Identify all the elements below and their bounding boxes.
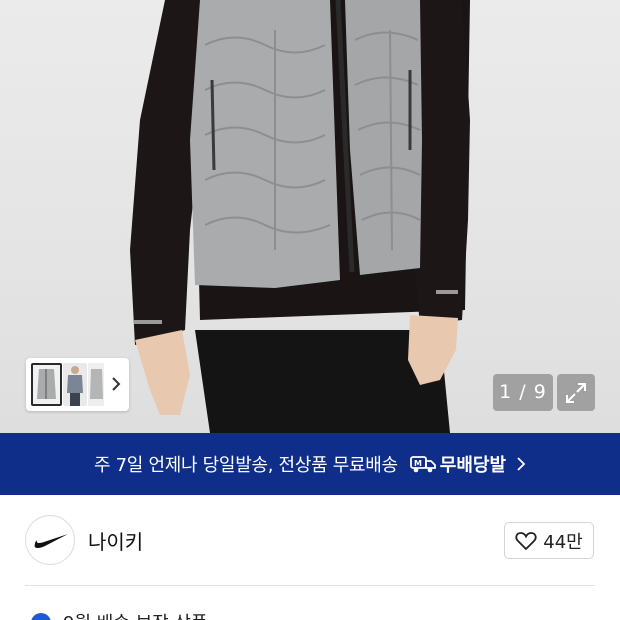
brand-name[interactable]: 나이키: [88, 526, 143, 555]
svg-text:M: M: [414, 459, 422, 468]
like-count: 44만: [543, 531, 583, 553]
free-delivery-banner[interactable]: 주 7일 언제나 당일발송, 전상품 무료배송 M 무배당발: [0, 433, 620, 495]
thumbnail-vest-front[interactable]: [31, 363, 62, 406]
banner-brand: M 무배당발: [409, 451, 526, 477]
chevron-right-icon: [517, 457, 526, 471]
product-image[interactable]: 1 / 9: [0, 0, 620, 433]
thumbnail-vest-back[interactable]: [88, 363, 104, 406]
divider: [25, 585, 595, 586]
heart-outline-icon: [515, 531, 537, 550]
nike-swoosh-icon: [34, 534, 68, 549]
like-button[interactable]: 44만: [504, 522, 594, 559]
delivery-info-text: 9월 배송 보장 상품: [63, 609, 208, 620]
image-counter: 1 / 9: [493, 374, 553, 411]
banner-text: 주 7일 언제나 당일발송, 전상품 무료배송: [93, 455, 398, 476]
thumbnail-model[interactable]: [63, 363, 87, 406]
expand-icon[interactable]: [557, 374, 595, 411]
brand-row: 나이키 44만: [0, 495, 620, 585]
delivery-info-row: 9월 배송 보장 상품: [25, 603, 595, 620]
banner-brand-label: 무배당발: [439, 455, 507, 476]
info-dot-icon: [31, 613, 51, 620]
chevron-right-icon[interactable]: [108, 374, 124, 394]
thumbnail-strip: [26, 358, 129, 411]
brand-logo[interactable]: [25, 515, 75, 565]
delivery-truck-icon: M: [409, 456, 436, 473]
